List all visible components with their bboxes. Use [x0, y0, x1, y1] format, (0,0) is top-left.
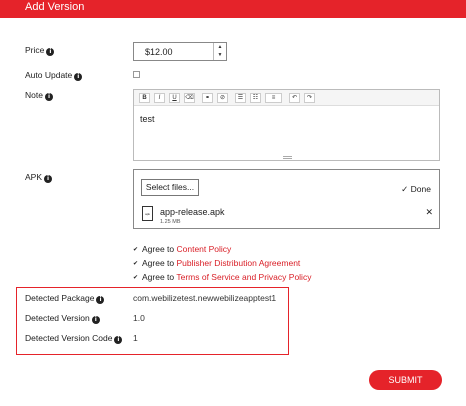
underline-button[interactable]: U: [169, 93, 180, 103]
detected-package-label: Detected Package i: [25, 293, 105, 304]
checkbox-checked-icon[interactable]: ✔: [133, 247, 139, 253]
upload-status: ✓ Done: [401, 184, 431, 194]
checkbox-checked-icon[interactable]: ✔: [133, 275, 139, 281]
note-text[interactable]: test: [140, 114, 155, 124]
info-icon: i: [46, 48, 55, 56]
info-icon: i: [74, 73, 83, 81]
bullet-list-button[interactable]: ☰: [235, 93, 246, 103]
note-editor[interactable]: B I U ⌫ ⚭ ⊘ ☰ ☷ ≡ ↶ ↷ test: [133, 89, 440, 161]
note-label: Note i: [25, 90, 53, 101]
editor-toolbar: B I U ⌫ ⚭ ⊘ ☰ ☷ ≡ ↶ ↷: [134, 90, 439, 106]
detected-package-value: com.webilizetest.newwebilizeapptest1: [133, 293, 277, 303]
undo-button[interactable]: ↶: [289, 93, 300, 103]
increment-icon[interactable]: ▲: [214, 43, 226, 51]
apk-file-icon: apk: [142, 206, 153, 221]
info-icon: i: [44, 93, 53, 101]
redo-button[interactable]: ↷: [304, 93, 315, 103]
decrement-icon[interactable]: ▼: [214, 51, 226, 59]
publisher-agreement-link[interactable]: Publisher Distribution Agreement: [177, 258, 301, 268]
terms-privacy-link[interactable]: Terms of Service and Privacy Policy: [176, 272, 311, 282]
unlink-button[interactable]: ⊘: [217, 93, 228, 103]
link-button[interactable]: ⚭: [202, 93, 213, 103]
info-icon: i: [114, 336, 123, 344]
resize-handle[interactable]: [283, 156, 292, 159]
align-dropdown-button[interactable]: ≡: [265, 93, 282, 103]
dialog-title: Add Version: [25, 1, 85, 13]
detected-version-code-label: Detected Version Code i: [25, 333, 123, 344]
checkbox-checked-icon[interactable]: ✔: [133, 261, 139, 267]
auto-update-label: Auto Update i: [25, 70, 83, 81]
agree-terms-privacy[interactable]: ✔ Agree to Terms of Service and Privacy P…: [133, 272, 311, 282]
bold-button[interactable]: B: [139, 93, 150, 103]
detected-version-value: 1.0: [133, 313, 145, 323]
content-policy-link[interactable]: Content Policy: [177, 244, 232, 254]
info-icon: i: [91, 316, 100, 324]
apk-label: APK i: [25, 172, 53, 183]
italic-button[interactable]: I: [154, 93, 165, 103]
info-icon: i: [44, 175, 53, 183]
info-icon: i: [96, 296, 105, 304]
apk-upload: Select files... ✓ Done apk app-release.a…: [133, 169, 440, 229]
price-stepper[interactable]: ▲ ▼: [213, 43, 226, 60]
select-files-button[interactable]: Select files...: [141, 179, 199, 196]
price-value: $12.00: [145, 47, 173, 57]
file-name: app-release.apk: [160, 207, 225, 217]
submit-button[interactable]: SUBMIT: [369, 370, 442, 390]
agree-publisher-agreement[interactable]: ✔ Agree to Publisher Distribution Agreeme…: [133, 258, 300, 268]
numbered-list-button[interactable]: ☷: [250, 93, 261, 103]
detected-version-label: Detected Version i: [25, 313, 100, 324]
dialog-header: Add Version: [0, 0, 466, 18]
eraser-button[interactable]: ⌫: [184, 93, 195, 103]
file-size: 1.25 MB: [160, 219, 181, 225]
detected-version-code-value: 1: [133, 333, 138, 343]
price-input[interactable]: $12.00 ▲ ▼: [133, 42, 227, 61]
price-label: Price i: [25, 45, 55, 56]
remove-file-icon[interactable]: ✕: [425, 207, 433, 218]
check-icon: ✓: [401, 184, 409, 194]
agree-content-policy[interactable]: ✔ Agree to Content Policy: [133, 244, 231, 254]
auto-update-checkbox[interactable]: [133, 71, 140, 78]
